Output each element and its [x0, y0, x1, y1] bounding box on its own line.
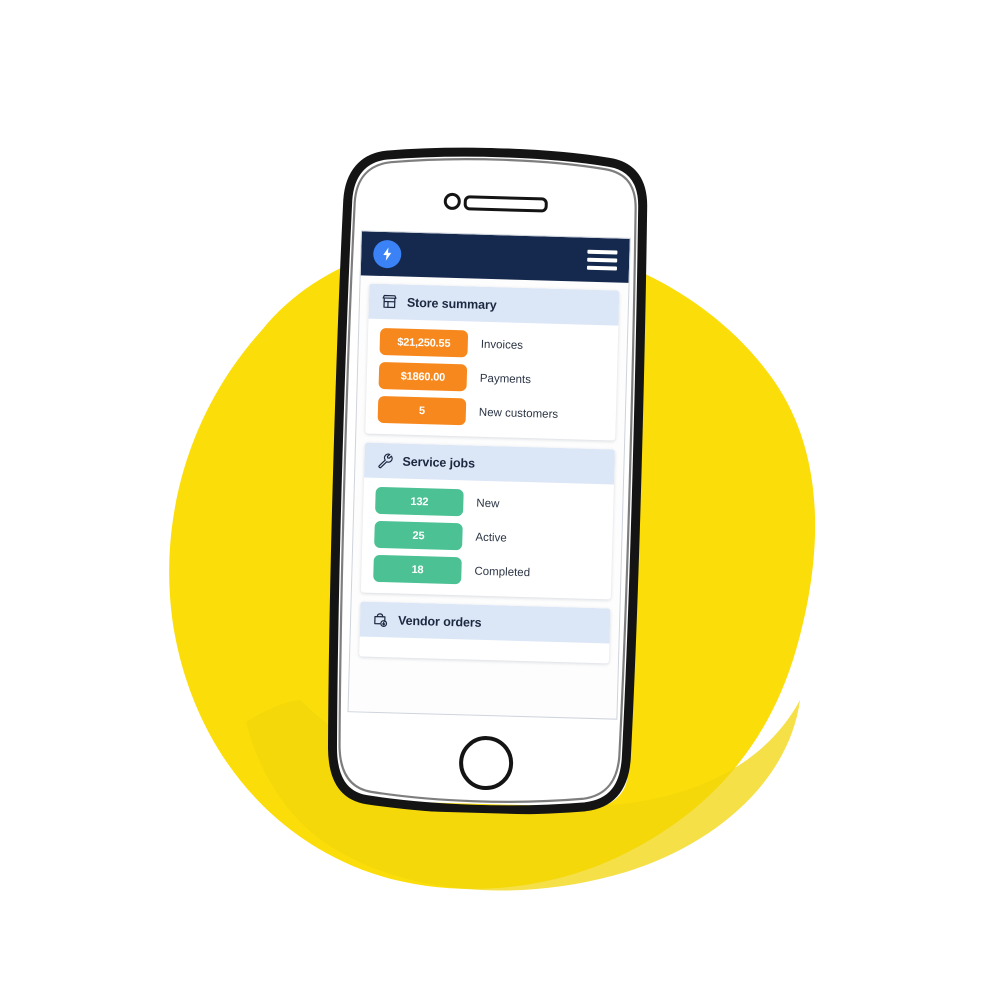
card-service-jobs[interactable]: Service jobs 132 New 25 Active 18 Comple… — [360, 442, 615, 600]
phone-screen: Store summary $21,250.55 Invoices $1860.… — [347, 230, 631, 720]
card-title: Vendor orders — [397, 613, 482, 630]
card-body-service-jobs: 132 New 25 Active 18 Completed — [361, 478, 614, 600]
app-navbar — [360, 231, 630, 283]
stat-row[interactable]: 5 New customers — [377, 395, 605, 429]
stat-badge: $1860.00 — [378, 361, 468, 392]
phone-illustration: Store summary $21,250.55 Invoices $1860.… — [323, 144, 653, 817]
stat-row[interactable]: $21,250.55 Invoices — [379, 327, 606, 361]
card-title: Service jobs — [402, 454, 476, 471]
hamburger-bar — [586, 265, 618, 271]
package-download-icon — [372, 611, 389, 628]
stat-badge: 18 — [373, 554, 462, 585]
stat-label: Completed — [474, 565, 531, 579]
card-body-store-summary: $21,250.55 Invoices $1860.00 Payments 5 … — [365, 319, 618, 441]
hamburger-bar — [587, 257, 618, 263]
illustration-canvas: Store summary $21,250.55 Invoices $1860.… — [0, 0, 1000, 1000]
stat-label: Payments — [479, 372, 532, 386]
stat-label: New — [476, 497, 500, 510]
stat-badge: 5 — [377, 395, 467, 426]
stat-row[interactable]: 18 Completed — [373, 554, 600, 588]
stat-row[interactable]: $1860.00 Payments — [378, 361, 606, 395]
stat-label: New customers — [478, 406, 559, 421]
stat-label: Invoices — [480, 338, 524, 352]
stat-row[interactable]: 25 Active — [374, 520, 601, 554]
stat-badge: 132 — [375, 486, 464, 517]
speaker-slot-icon — [463, 195, 548, 213]
wrench-icon — [376, 452, 393, 469]
stat-label: Active — [475, 531, 507, 545]
stat-row[interactable]: 132 New — [375, 486, 602, 520]
card-title: Store summary — [406, 295, 497, 312]
stat-badge: 25 — [374, 520, 463, 551]
dashboard-card-list: Store summary $21,250.55 Invoices $1860.… — [350, 275, 629, 664]
stat-badge: $21,250.55 — [379, 327, 469, 358]
card-store-summary[interactable]: Store summary $21,250.55 Invoices $1860.… — [365, 283, 620, 441]
lightning-bolt-logo-icon[interactable] — [372, 239, 402, 269]
card-vendor-orders[interactable]: Vendor orders — [359, 601, 611, 664]
storefront-icon — [381, 293, 398, 310]
hamburger-menu-icon[interactable] — [586, 249, 618, 271]
hamburger-bar — [587, 249, 618, 255]
